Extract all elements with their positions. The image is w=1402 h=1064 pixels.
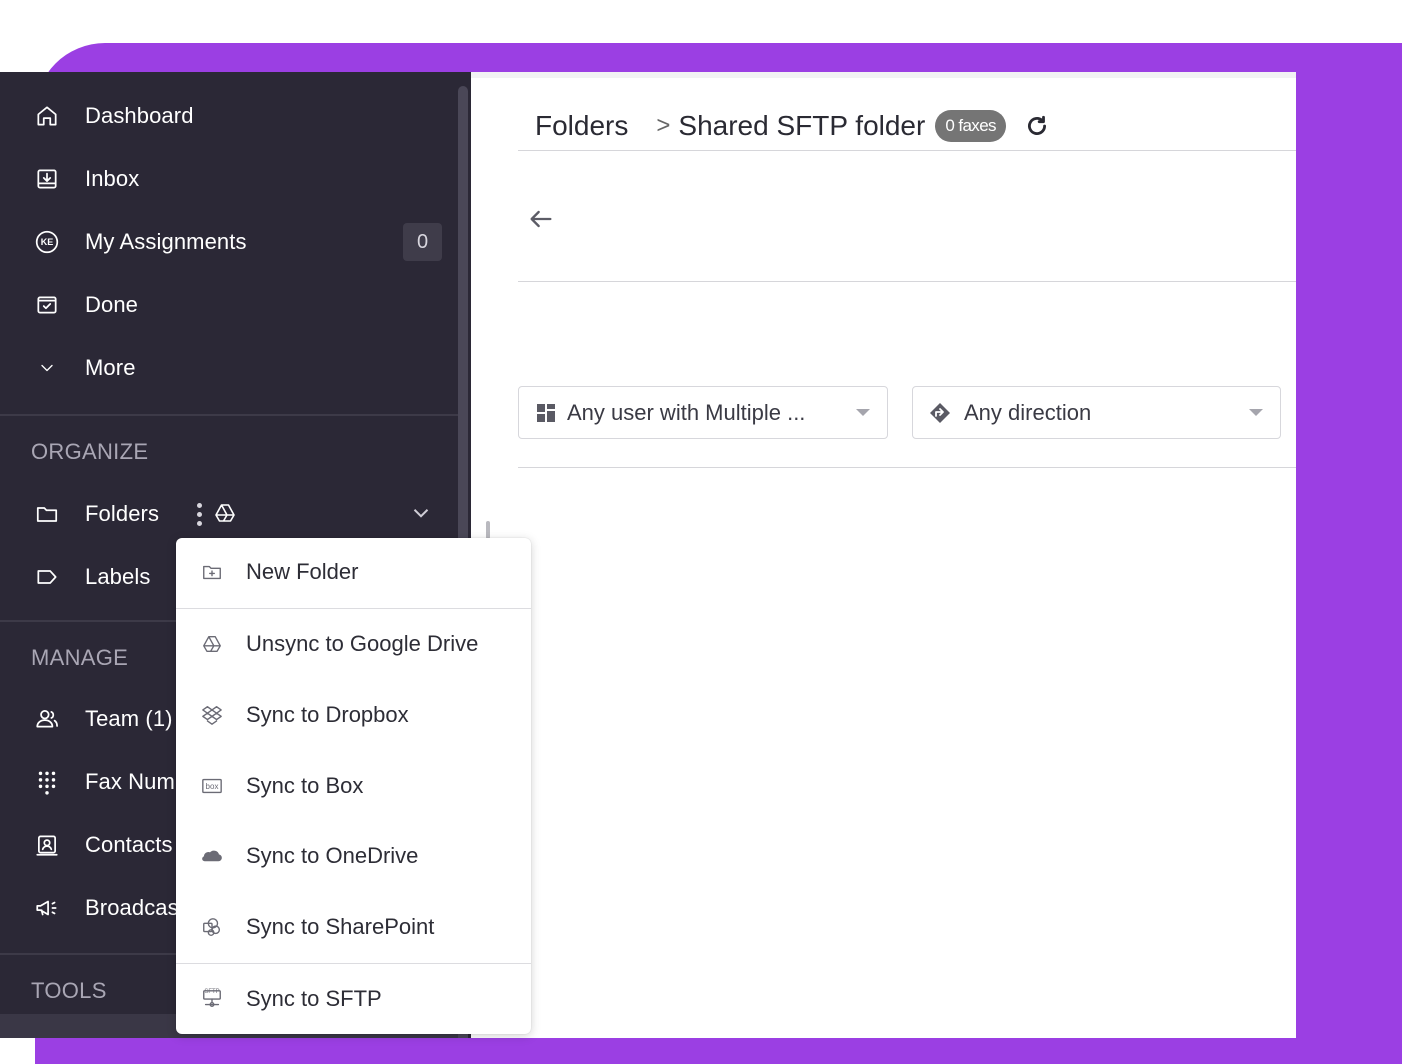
sidebar-divider bbox=[0, 414, 458, 416]
menu-item-unsync-google-drive[interactable]: Unsync to Google Drive bbox=[176, 614, 531, 674]
menu-item-sync-box[interactable]: box Sync to Box bbox=[176, 756, 531, 816]
sidebar-item-label: Labels bbox=[85, 564, 151, 589]
assignments-count-badge: 0 bbox=[403, 223, 442, 261]
user-filter-dropdown[interactable]: Any user with Multiple ... bbox=[518, 386, 888, 439]
caret-down-icon bbox=[1249, 409, 1263, 416]
home-icon bbox=[32, 101, 62, 131]
google-drive-icon bbox=[200, 632, 224, 656]
sidebar-item-more[interactable]: More bbox=[0, 343, 458, 393]
breadcrumb: Folders > Shared SFTP folder 0 faxes bbox=[535, 108, 1052, 144]
menu-item-sync-sftp[interactable]: SFTP Sync to SFTP bbox=[176, 969, 531, 1029]
sidebar-item-folders[interactable]: Folders bbox=[0, 489, 458, 539]
contacts-icon bbox=[32, 830, 62, 860]
label-tag-icon bbox=[32, 562, 62, 592]
direction-filter-value: Any direction bbox=[964, 399, 1092, 425]
team-icon bbox=[32, 704, 62, 734]
breadcrumb-current-folder: Shared SFTP folder bbox=[678, 110, 926, 141]
menu-divider bbox=[176, 963, 531, 964]
dropbox-icon bbox=[200, 703, 224, 727]
sidebar-item-label: Broadcast bbox=[85, 895, 185, 920]
sharepoint-icon bbox=[200, 915, 224, 939]
menu-item-label: Sync to Box bbox=[246, 773, 364, 798]
box-icon: box bbox=[200, 774, 224, 798]
filter-divider bbox=[518, 467, 1296, 468]
section-title-tools: TOOLS bbox=[31, 978, 107, 1003]
sftp-icon: SFTP bbox=[200, 987, 224, 1011]
menu-item-label: Unsync to Google Drive bbox=[246, 631, 479, 656]
grid-icon bbox=[535, 402, 557, 424]
sidebar-item-label: Inbox bbox=[85, 166, 140, 191]
dialpad-icon bbox=[32, 767, 62, 797]
folder-icon bbox=[32, 499, 62, 529]
menu-item-sync-onedrive[interactable]: Sync to OneDrive bbox=[176, 826, 531, 886]
section-title-organize: ORGANIZE bbox=[31, 439, 149, 464]
caret-down-icon bbox=[856, 409, 870, 416]
sidebar-item-label: My Assignments bbox=[85, 229, 247, 254]
breadcrumb-separator: > bbox=[656, 112, 671, 139]
menu-divider bbox=[176, 608, 531, 609]
menu-item-label: Sync to SFTP bbox=[246, 986, 382, 1011]
sidebar-item-label: Dashboard bbox=[85, 103, 194, 128]
inbox-icon bbox=[32, 164, 62, 194]
chevron-down-icon bbox=[32, 353, 62, 383]
sidebar-item-inbox[interactable]: Inbox bbox=[0, 154, 458, 204]
menu-item-label: Sync to SharePoint bbox=[246, 914, 435, 939]
top-edge bbox=[471, 72, 1296, 78]
menu-item-sync-dropbox[interactable]: Sync to Dropbox bbox=[176, 685, 531, 745]
folders-kebab-menu-icon[interactable] bbox=[193, 499, 205, 529]
direction-diamond-icon bbox=[929, 402, 951, 424]
direction-filter-dropdown[interactable]: Any direction bbox=[912, 386, 1281, 439]
sidebar-item-done[interactable]: Done bbox=[0, 280, 458, 330]
menu-item-label: New Folder bbox=[246, 559, 359, 584]
sidebar-item-label: Folders bbox=[85, 501, 160, 526]
megaphone-icon bbox=[32, 893, 62, 923]
menu-item-label: Sync to Dropbox bbox=[246, 702, 409, 727]
back-arrow-icon[interactable] bbox=[527, 205, 557, 235]
new-folder-icon bbox=[200, 560, 224, 584]
sidebar-item-label: More bbox=[85, 355, 136, 380]
sidebar-item-label: Team (1) bbox=[85, 706, 173, 731]
sidebar-item-label: Done bbox=[85, 292, 138, 317]
resize-handle[interactable] bbox=[486, 521, 490, 539]
user-initials-icon: KE bbox=[32, 227, 62, 257]
main-content: Folders > Shared SFTP folder 0 faxes Any… bbox=[471, 72, 1296, 1038]
section-title-manage: MANAGE bbox=[31, 645, 129, 670]
menu-item-sync-sharepoint[interactable]: Sync to SharePoint bbox=[176, 897, 531, 957]
sidebar-item-my-assignments[interactable]: KE My Assignments 0 bbox=[0, 217, 458, 267]
menu-item-label: Sync to OneDrive bbox=[246, 843, 419, 868]
breadcrumb-root-folders[interactable]: Folders bbox=[535, 110, 628, 142]
toolbar-divider bbox=[518, 281, 1296, 282]
sidebar-item-dashboard[interactable]: Dashboard bbox=[0, 91, 458, 141]
faxes-count-badge: 0 faxes bbox=[935, 110, 1006, 142]
folders-context-menu: New Folder Unsync to Google Drive Sync t… bbox=[176, 538, 531, 1034]
chevron-down-icon[interactable] bbox=[408, 500, 436, 528]
header-divider bbox=[518, 150, 1296, 151]
done-check-icon bbox=[32, 290, 62, 320]
onedrive-icon bbox=[200, 844, 224, 868]
google-drive-icon bbox=[213, 501, 239, 527]
refresh-icon[interactable] bbox=[1024, 112, 1052, 140]
user-filter-value: Any user with Multiple ... bbox=[567, 399, 806, 425]
sidebar-item-label: Contacts bbox=[85, 832, 173, 857]
menu-item-new-folder[interactable]: New Folder bbox=[176, 542, 531, 602]
